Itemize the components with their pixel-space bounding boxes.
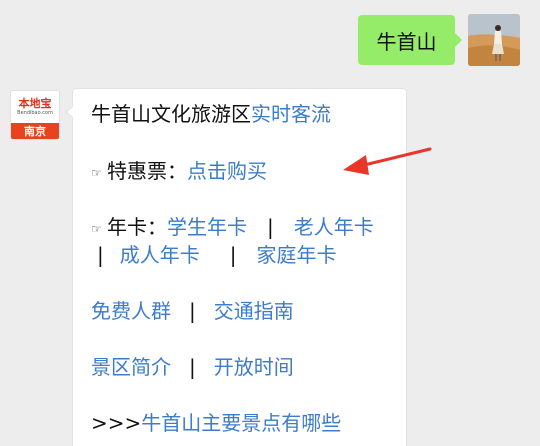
chat-window: 牛首山 本地宝 Bendibao.com 南京 牛首山文化旅游区实时客流 ☞ 特惠… (0, 0, 540, 446)
scenic-intro-link[interactable]: 景区简介 (91, 355, 171, 379)
message-line-2: ☞ 特惠票：点击购买 (91, 158, 267, 186)
free-admission-link[interactable]: 免费人群 (91, 299, 171, 323)
message-line-6: 景区简介 | 开放时间 (91, 354, 294, 380)
logo-sub-text: Bendibao.com (17, 110, 53, 116)
pointing-hand-icon: ☞ (91, 221, 102, 236)
separator: | (267, 215, 274, 239)
message-line-1: 牛首山文化旅游区实时客流 (91, 101, 331, 127)
message-line-7: >>>牛首山主要景点有哪些 (91, 410, 341, 436)
logo-main-text: 本地宝 (18, 97, 52, 110)
separator: | (229, 243, 237, 267)
scenic-area-name: 牛首山文化旅游区 (91, 102, 251, 126)
annual-card-label: 年卡： (107, 215, 167, 239)
discount-ticket-label: 特惠票： (107, 159, 187, 183)
pointing-hand-icon: ☞ (91, 165, 102, 180)
separator: | (189, 299, 196, 323)
message-line-3: ☞ 年卡：学生年卡 | 老人年卡 (91, 214, 374, 242)
outgoing-message-text: 牛首山 (376, 29, 437, 54)
outgoing-message-bubble[interactable]: 牛首山 (358, 15, 462, 65)
bendibao-logo: 本地宝 Bendibao.com (11, 91, 59, 123)
user-avatar[interactable] (468, 14, 520, 66)
separator: | (97, 243, 104, 267)
traffic-guide-link[interactable]: 交通指南 (214, 299, 294, 323)
arrow-prefix: >>> (91, 411, 142, 435)
incoming-message-bubble: 牛首山文化旅游区实时客流 ☞ 特惠票：点击购买 ☞ 年卡：学生年卡 | 老人年卡 | 成人… (65, 88, 407, 446)
main-attractions-link[interactable]: 牛首山主要景点有哪些 (141, 411, 341, 435)
student-card-link[interactable]: 学生年卡 (167, 215, 247, 239)
user-avatar-image (468, 14, 520, 66)
bendibao-avatar[interactable]: 本地宝 Bendibao.com 南京 (10, 90, 60, 140)
senior-card-link[interactable]: 老人年卡 (294, 215, 374, 239)
logo-city-text: 南京 (11, 123, 59, 139)
family-card-link[interactable]: 家庭年卡 (257, 243, 337, 267)
adult-card-link[interactable]: 成人年卡 (120, 243, 200, 267)
separator: | (189, 355, 196, 379)
realtime-flow-link[interactable]: 实时客流 (251, 102, 331, 126)
buy-ticket-link[interactable]: 点击购买 (187, 159, 267, 183)
message-line-5: 免费人群 | 交通指南 (91, 298, 294, 324)
message-line-4: | 成人年卡 | 家庭年卡 (91, 242, 337, 268)
opening-hours-link[interactable]: 开放时间 (214, 355, 294, 379)
